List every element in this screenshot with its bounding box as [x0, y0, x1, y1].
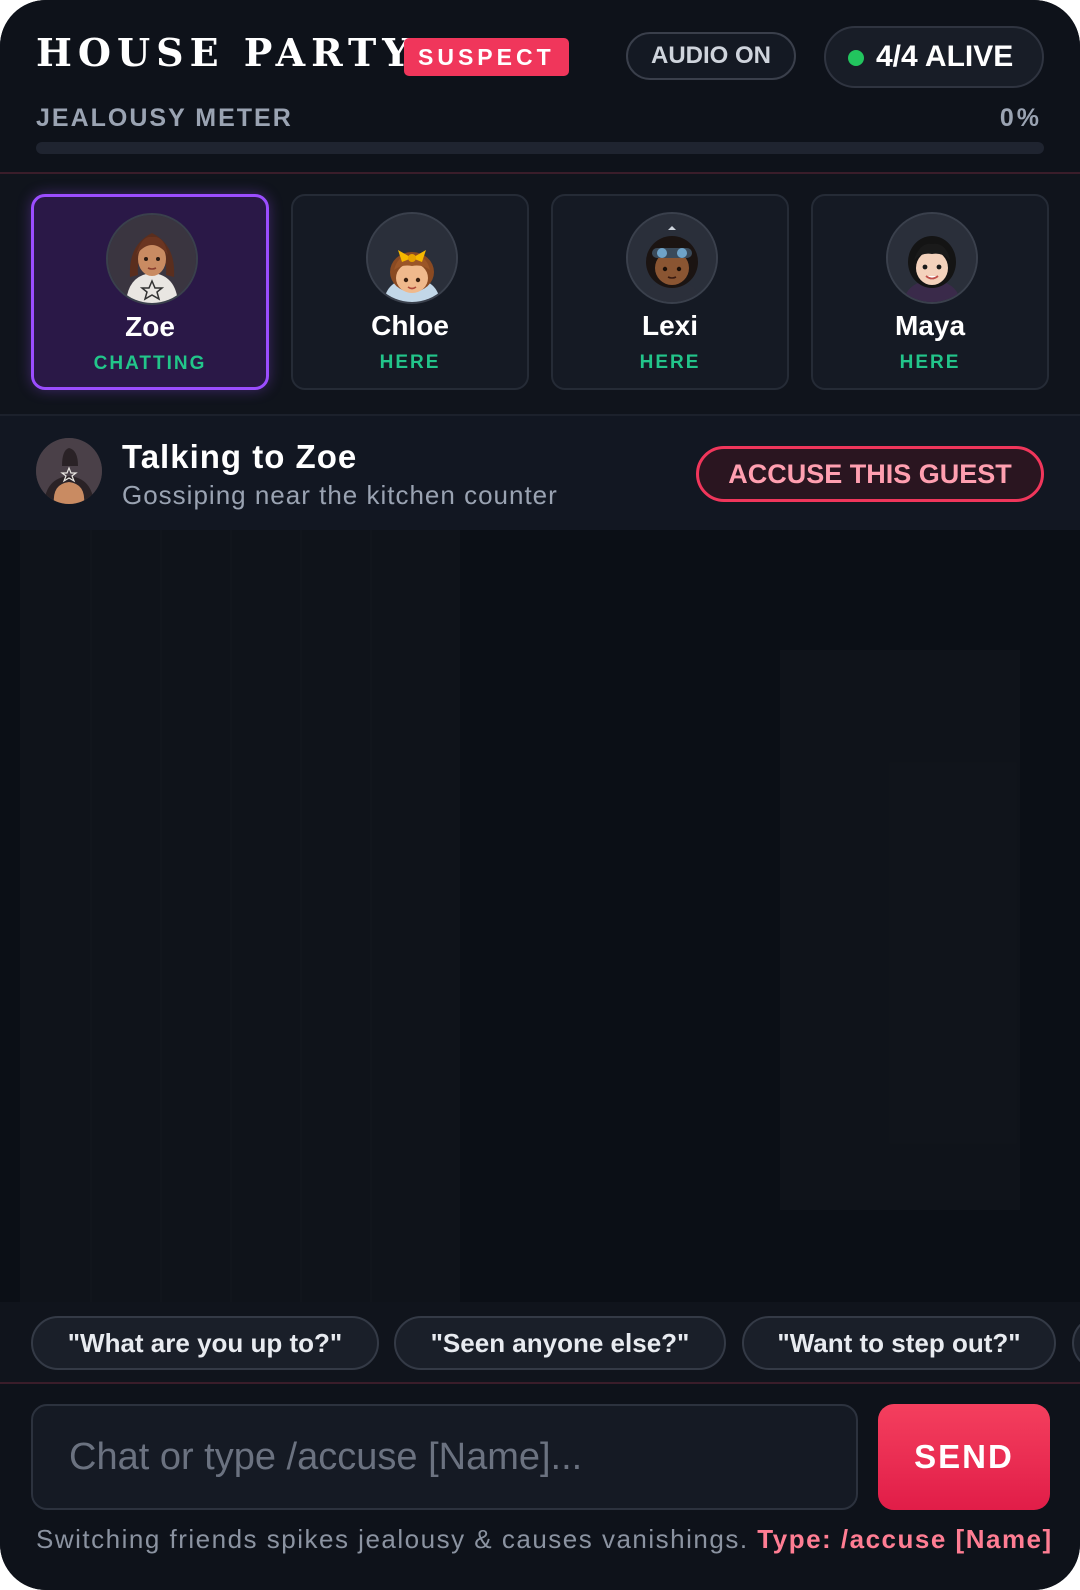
- guest-card-lexi[interactable]: Lexi HERE: [551, 194, 789, 390]
- guest-name: Chloe: [371, 310, 449, 341]
- guest-card-maya[interactable]: Maya HERE: [811, 194, 1049, 390]
- avatar-chloe: [366, 212, 458, 304]
- quick-reply-chip[interactable]: "Want to step out?": [742, 1316, 1056, 1370]
- guest-status: CHATTING: [93, 353, 207, 374]
- conversation-header: Talking to Zoe Gossiping near the kitche…: [0, 414, 1080, 532]
- accuse-guest-button[interactable]: ACCUSE THIS GUEST: [696, 446, 1044, 502]
- jealousy-meter-bar: [36, 142, 1044, 154]
- send-button[interactable]: SEND: [878, 1404, 1050, 1510]
- chat-log[interactable]: [0, 530, 1080, 1302]
- guest-card-chloe[interactable]: Chloe HERE: [291, 194, 529, 390]
- mode-badge: SUSPECT: [404, 38, 569, 76]
- audio-toggle-button[interactable]: AUDIO ON: [626, 32, 796, 80]
- current-guest-avatar: [36, 438, 102, 504]
- jealousy-meter-value: 0%: [999, 104, 1042, 132]
- quick-reply-chip[interactable]: "Seen anyone else?": [394, 1316, 726, 1370]
- background-stripe: [90, 530, 92, 1302]
- avatar-lexi: [626, 212, 718, 304]
- quick-reply-chip[interactable]: "What are you up to?": [31, 1316, 379, 1370]
- alive-status-dot-icon: [848, 50, 864, 66]
- guest-name: Lexi: [641, 310, 699, 341]
- header: HOUSE PARTY SUSPECT AUDIO ON 4/4 ALIVE J…: [0, 0, 1080, 174]
- hint-line: Switching friends spikes jealousy & caus…: [36, 1524, 1053, 1555]
- background-window-shade: [20, 530, 460, 1302]
- quick-reply-chip-overflow[interactable]: [1072, 1316, 1080, 1370]
- background-stripe: [160, 530, 162, 1302]
- background-stripe: [230, 530, 232, 1302]
- avatar-zoe: [106, 213, 198, 305]
- background-door-shade: [780, 650, 1020, 1210]
- alive-counter: 4/4 ALIVE: [824, 26, 1044, 88]
- conversation-subtitle: Gossiping near the kitchen counter: [122, 480, 558, 510]
- game-screen: HOUSE PARTY SUSPECT AUDIO ON 4/4 ALIVE J…: [0, 0, 1080, 1590]
- guest-name: Zoe: [125, 311, 175, 342]
- composer: SEND Switching friends spikes jealousy &…: [0, 1384, 1080, 1590]
- background-stripe: [300, 530, 302, 1302]
- alive-counter-label: 4/4 ALIVE: [876, 40, 1014, 73]
- guest-status: HERE: [899, 352, 961, 373]
- jealousy-meter-label: JEALOUSY METER: [36, 104, 293, 132]
- guest-name: Maya: [894, 310, 966, 341]
- background-stripe: [370, 530, 372, 1302]
- conversation-title: Talking to Zoe: [122, 438, 358, 475]
- chat-input[interactable]: [31, 1404, 858, 1510]
- quick-reply-bar: "What are you up to?" "Seen anyone else?…: [0, 1302, 1080, 1384]
- guest-card-zoe[interactable]: Zoe CHATTING: [31, 194, 269, 390]
- game-title: HOUSE PARTY: [36, 30, 416, 75]
- guest-status: HERE: [379, 352, 441, 373]
- guest-status: HERE: [639, 352, 701, 373]
- hint-command: Type: /accuse [Name]: [757, 1524, 1053, 1554]
- avatar-maya: [886, 212, 978, 304]
- hint-text: Switching friends spikes jealousy & caus…: [36, 1524, 749, 1554]
- guest-list: Zoe CHATTING Chloe HERE Lexi HERE Maya H…: [0, 174, 1080, 414]
